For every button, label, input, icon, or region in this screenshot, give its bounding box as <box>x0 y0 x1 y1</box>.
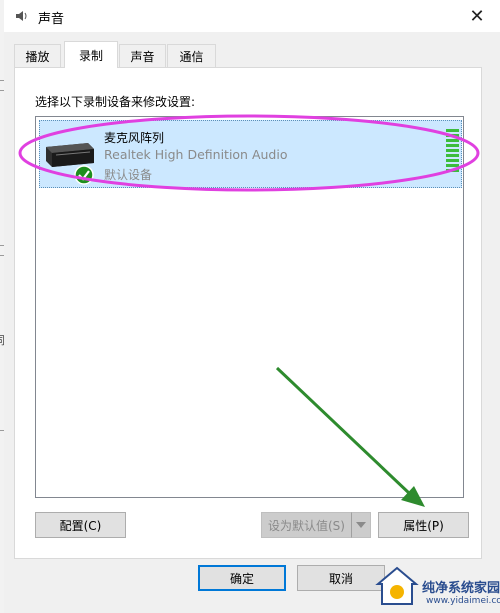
level-bar <box>446 169 459 172</box>
level-bar <box>446 164 459 167</box>
level-bar <box>446 144 459 147</box>
tab-sounds[interactable]: 声音 <box>119 44 166 67</box>
recording-panel: 选择以下录制设备来修改设置: 麦克风阵列 Realtek High Defini… <box>14 67 482 559</box>
configure-button[interactable]: 配置(C) <box>35 512 126 538</box>
close-button[interactable]: ✕ <box>464 4 490 28</box>
device-list[interactable]: 麦克风阵列 Realtek High Definition Audio 默认设备 <box>35 116 464 498</box>
level-bar <box>446 159 459 162</box>
set-default-dropdown[interactable] <box>351 512 371 538</box>
set-default-button[interactable]: 设为默认值(S) <box>261 512 352 538</box>
device-status: 默认设备 <box>104 168 153 182</box>
level-bar <box>446 134 459 137</box>
speaker-icon <box>16 11 27 21</box>
ok-button[interactable]: 确定 <box>198 565 286 591</box>
cancel-button[interactable]: 取消 <box>297 565 385 591</box>
level-bar <box>446 139 459 142</box>
tab-recording[interactable]: 录制 <box>64 41 118 68</box>
tab-communications[interactable]: 通信 <box>167 44 216 67</box>
default-check-icon <box>74 165 94 185</box>
microphone-array-icon <box>46 143 94 185</box>
close-icon: ✕ <box>469 5 485 27</box>
properties-button[interactable]: 属性(P) <box>378 512 469 538</box>
level-bar <box>446 129 459 132</box>
sound-dialog: 声音 ✕ 播放 录制 声音 通信 选择以下录制设备来修改设置: 麦克风阵列 Re… <box>4 0 500 613</box>
instruction-text: 选择以下录制设备来修改设置: <box>35 95 196 109</box>
level-bar <box>446 154 459 157</box>
tab-playback[interactable]: 播放 <box>14 44 61 67</box>
title-bar: 声音 ✕ <box>4 0 500 32</box>
window-title: 声音 <box>38 12 65 27</box>
level-bar <box>446 149 459 152</box>
level-meter <box>446 129 459 179</box>
device-description: Realtek High Definition Audio <box>104 147 288 162</box>
list-item[interactable]: 麦克风阵列 Realtek High Definition Audio 默认设备 <box>39 120 462 188</box>
device-name: 麦克风阵列 <box>104 131 165 145</box>
chevron-down-icon <box>356 522 366 528</box>
